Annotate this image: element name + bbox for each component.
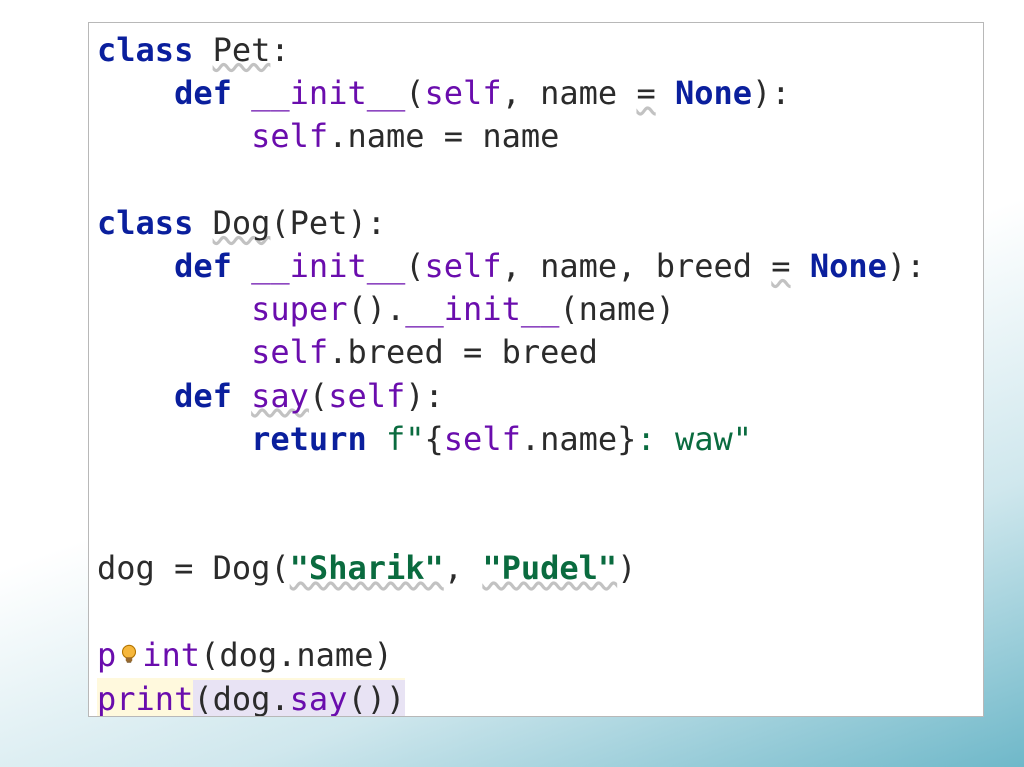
line-7: super().__init__(name)	[97, 290, 675, 328]
line-13: dog = Dog("Sharik", "Pudel")	[97, 549, 636, 587]
code-editor-box: class Pet: def __init__(self, name = Non…	[88, 22, 984, 717]
line-2: def __init__(self, name = None):	[97, 74, 791, 112]
line-15: pint(dog.name)	[97, 636, 393, 674]
line-8: self.breed = breed	[97, 333, 598, 371]
lightbulb-icon[interactable]	[116, 635, 142, 678]
line-10: return f"{self.name}: waw"	[97, 420, 752, 458]
line-5: class Dog(Pet):	[97, 204, 386, 242]
line-1: class Pet:	[97, 31, 290, 69]
line-16-highlighted: print(dog.say())	[97, 678, 405, 717]
line-3: self.name = name	[97, 117, 559, 155]
line-9: def say(self):	[97, 377, 444, 415]
code-block: class Pet: def __init__(self, name = Non…	[97, 29, 983, 717]
line-6: def __init__(self, name, breed = None):	[97, 247, 925, 285]
